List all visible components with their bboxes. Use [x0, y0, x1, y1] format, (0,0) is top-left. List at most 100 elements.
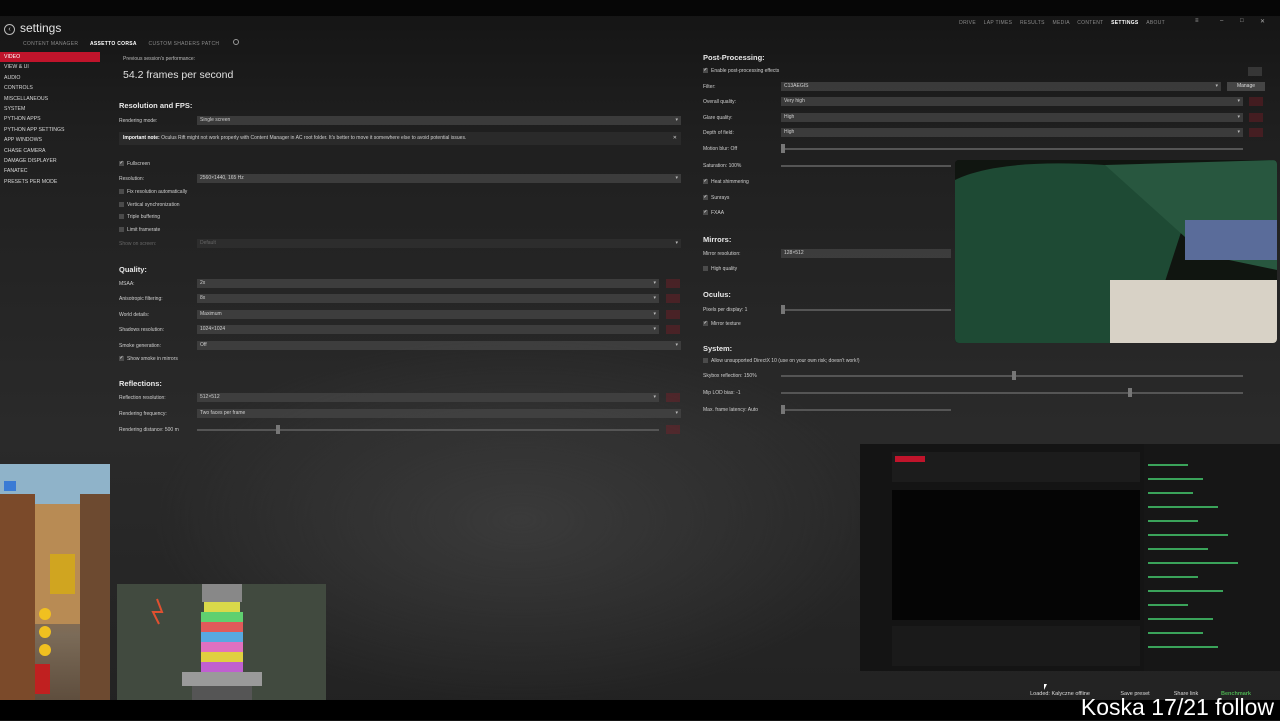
sidebar-item-view-ui[interactable]: VIEW & UI — [0, 62, 100, 72]
saturation-slider[interactable] — [781, 165, 951, 167]
tab-content-manager[interactable]: CONTENT MANAGER — [23, 41, 78, 47]
world-details-select[interactable]: Maximum ▾ — [197, 310, 659, 319]
reset-button[interactable] — [1249, 113, 1263, 122]
reset-button[interactable] — [1248, 67, 1262, 76]
reset-button[interactable] — [1249, 128, 1263, 137]
shadows-select[interactable]: 1024×1024 ▾ — [197, 325, 659, 334]
filter-select[interactable]: C13AEGIS ▾ — [781, 82, 1221, 91]
mip-lod-thumb[interactable] — [1127, 388, 1132, 397]
nav-settings[interactable]: SETTINGS — [1111, 20, 1138, 26]
reset-button[interactable] — [666, 294, 680, 303]
sidebar-item-python-app-settings[interactable]: PYTHON APP SETTINGS — [0, 125, 100, 135]
checkbox-box — [119, 202, 124, 208]
nav-results[interactable]: RESULTS — [1020, 20, 1045, 26]
rendering-distance-thumb[interactable] — [275, 425, 280, 434]
maximize-icon[interactable]: □ — [1240, 18, 1244, 24]
limit-framerate-checkbox[interactable]: Limit framerate — [119, 227, 160, 233]
fullscreen-checkbox[interactable]: ✓ Fullscreen — [119, 161, 150, 167]
sunrays-checkbox[interactable]: ✓ Sunrays — [703, 195, 729, 201]
sidebar-item-audio[interactable]: AUDIO — [0, 73, 100, 83]
nav-lap-times[interactable]: LAP TIMES — [984, 20, 1013, 26]
chevron-down-icon: ▾ — [1237, 98, 1240, 104]
reset-button[interactable] — [666, 425, 680, 434]
show-on-screen-value: Default — [200, 240, 216, 246]
reset-button[interactable] — [666, 279, 680, 288]
dx10-checkbox[interactable]: Allow unsupported DirectX 10 (use on you… — [703, 358, 860, 364]
sidebar-item-system[interactable]: SYSTEM — [0, 104, 100, 114]
note-text: Oculus Rift might not work properly with… — [161, 135, 467, 141]
smoke-mirrors-checkbox[interactable]: ✓ Show smoke in mirrors — [119, 356, 178, 362]
nav-drive[interactable]: DRIVE — [959, 20, 976, 26]
nav-media[interactable]: MEDIA — [1053, 20, 1070, 26]
vsync-checkbox[interactable]: Vertical synchronization — [119, 202, 180, 208]
sidebar-item-video[interactable]: VIDEO — [0, 52, 100, 63]
hydraulic-press-overlay — [117, 584, 326, 701]
motion-blur-slider[interactable] — [781, 148, 1243, 150]
fxaa-checkbox[interactable]: ✓ FXAA — [703, 210, 724, 216]
show-on-screen-select[interactable]: Default ▾ — [197, 239, 681, 248]
limit-framerate-label: Limit framerate — [127, 227, 161, 233]
smoke-mirrors-label: Show smoke in mirrors — [127, 356, 178, 362]
smoke-select[interactable]: Off ▾ — [197, 341, 681, 350]
mirror-texture-checkbox[interactable]: ✓ Mirror texture — [703, 321, 741, 327]
mirror-res-select[interactable]: 128×512 — [781, 249, 951, 258]
pixels-per-display-slider[interactable] — [781, 309, 951, 311]
chevron-down-icon: ▾ — [653, 394, 656, 400]
reflection-res-select[interactable]: 512×512 ▾ — [197, 393, 659, 402]
pixels-per-display-label: Pixels per display: 1 — [703, 307, 748, 313]
mip-lod-slider[interactable] — [781, 392, 1243, 394]
motion-blur-thumb[interactable] — [781, 144, 785, 153]
rendering-freq-select[interactable]: Two faces per frame ▾ — [197, 409, 681, 418]
sidebar-item-presets-per-mode[interactable]: PRESETS PER MODE — [0, 177, 100, 187]
overall-quality-label: Overall quality: — [703, 99, 737, 105]
chevron-down-icon: ▾ — [653, 280, 656, 286]
sidebar-item-fanatec[interactable]: FANATEC — [0, 166, 100, 176]
search-icon[interactable] — [232, 39, 239, 45]
reset-button[interactable] — [666, 325, 680, 334]
pixels-per-display-thumb[interactable] — [781, 305, 785, 314]
mirror-res-label: Mirror resolution: — [703, 251, 741, 257]
sidebar-item-miscellaneous[interactable]: MISCELLANEOUS — [0, 94, 100, 104]
nav-about[interactable]: ABOUT — [1146, 20, 1165, 26]
overall-quality-select[interactable]: Very high ▾ — [781, 97, 1243, 106]
rendering-mode-select[interactable]: Single screen ▾ — [197, 116, 681, 125]
skybox-thumb[interactable] — [1012, 371, 1016, 380]
manage-button[interactable]: Manage — [1227, 82, 1265, 91]
tab-assetto-corsa[interactable]: ASSETTO CORSA — [90, 41, 137, 47]
dof-select[interactable]: High ▾ — [781, 128, 1243, 137]
sidebar-item-damage-displayer[interactable]: DAMAGE DISPLAYER — [0, 156, 100, 166]
check-icon: ✓ — [703, 209, 708, 216]
show-on-screen-label: Show on screen: — [119, 241, 157, 247]
close-icon[interactable]: ✕ — [673, 132, 677, 145]
sidebar-item-app-windows[interactable]: APP WINDOWS — [0, 135, 100, 145]
glare-select[interactable]: High ▾ — [781, 113, 1243, 122]
reset-button[interactable] — [1249, 97, 1263, 106]
reset-button[interactable] — [666, 393, 680, 402]
menu-icon[interactable]: ≡ — [1195, 18, 1199, 24]
checkbox-box — [119, 189, 124, 195]
close-icon[interactable]: ✕ — [1260, 18, 1265, 25]
nav-content[interactable]: CONTENT — [1077, 20, 1103, 26]
sidebar-item-controls[interactable]: CONTROLS — [0, 83, 100, 93]
resolution-select[interactable]: 2560×1440, 165 Hz ▾ — [197, 174, 681, 183]
reset-button[interactable] — [666, 310, 680, 319]
sidebar-item-chase-camera[interactable]: CHASE CAMERA — [0, 146, 100, 156]
mirror-hq-checkbox[interactable]: High quality — [703, 266, 737, 272]
fix-resolution-checkbox[interactable]: Fix resolution automatically — [119, 189, 187, 195]
triple-buffering-checkbox[interactable]: Triple buffering — [119, 214, 160, 220]
note-bold: Important note: — [123, 135, 160, 141]
check-icon: ✓ — [119, 160, 124, 167]
minimize-icon[interactable]: – — [1220, 18, 1223, 24]
tab-custom-shaders-patch[interactable]: CUSTOM SHADERS PATCH — [149, 41, 220, 47]
rendering-freq-label: Rendering frequency: — [119, 411, 167, 417]
aniso-select[interactable]: 8x ▾ — [197, 294, 659, 303]
frame-latency-thumb[interactable] — [781, 405, 785, 414]
rendering-distance-slider[interactable] — [197, 429, 659, 431]
frame-latency-slider[interactable] — [781, 409, 951, 411]
msaa-select[interactable]: 2x ▾ — [197, 279, 659, 288]
aniso-value: 8x — [200, 295, 206, 301]
back-arrow-icon[interactable]: ‹ — [4, 24, 15, 35]
heat-shimmering-checkbox[interactable]: ✓ Heat shimmering — [703, 179, 749, 185]
sidebar-item-python-apps[interactable]: PYTHON APPS — [0, 114, 100, 124]
enable-post-processing-checkbox[interactable]: ✓ Enable post-processing effects — [703, 68, 779, 74]
